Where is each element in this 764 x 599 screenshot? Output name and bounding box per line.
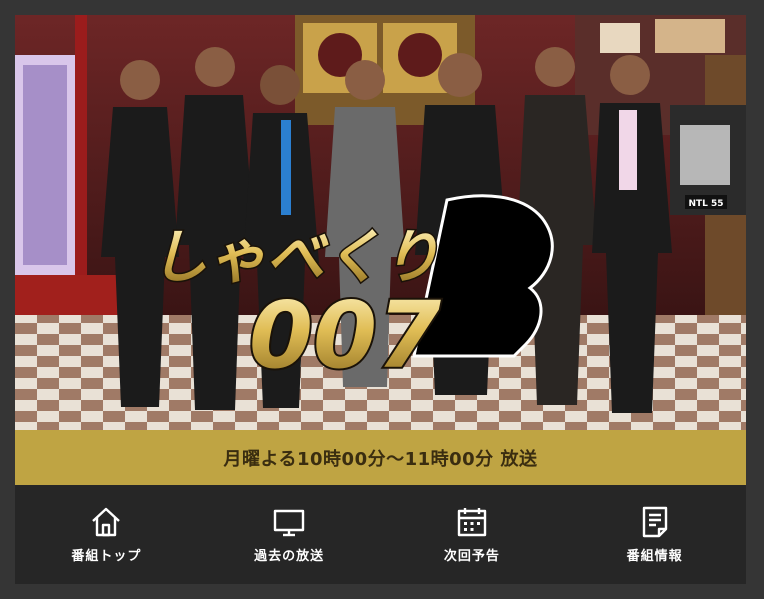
nav-item-next-preview[interactable]: 次回予告 [381,485,564,584]
program-card: NTL 55 しゃべくり 007 月曜よる10時00分～11時00分 放送 番組… [15,15,746,584]
nav-label-next-preview: 次回予告 [443,549,500,564]
airtime-banner: 月曜よる10時00分～11時00分 放送 [15,430,746,485]
calendar-icon [457,508,487,537]
nav-label-program-info: 番組情報 [626,549,683,564]
program-nav: 番組トップ 過去の放送 次回予告 番組情報 [15,485,746,584]
car-license-plate: NTL 55 [688,199,723,209]
document-icon [642,506,667,538]
nav-item-past-episodes[interactable]: 過去の放送 [198,485,381,584]
program-key-visual: NTL 55 しゃべくり 007 [15,15,746,430]
airtime-text: 月曜よる10時00分～11時00分 放送 [223,448,538,470]
nav-item-program-info[interactable]: 番組情報 [563,485,746,584]
nav-label-program-top: 番組トップ [71,549,142,564]
nav-label-past-episodes: 過去の放送 [254,549,325,564]
home-icon [92,507,121,537]
program-logo-title: しゃべくり [150,223,440,291]
program-logo-number: 007 [249,282,441,389]
nav-item-program-top[interactable]: 番組トップ [15,485,198,584]
tv-icon [273,509,305,537]
